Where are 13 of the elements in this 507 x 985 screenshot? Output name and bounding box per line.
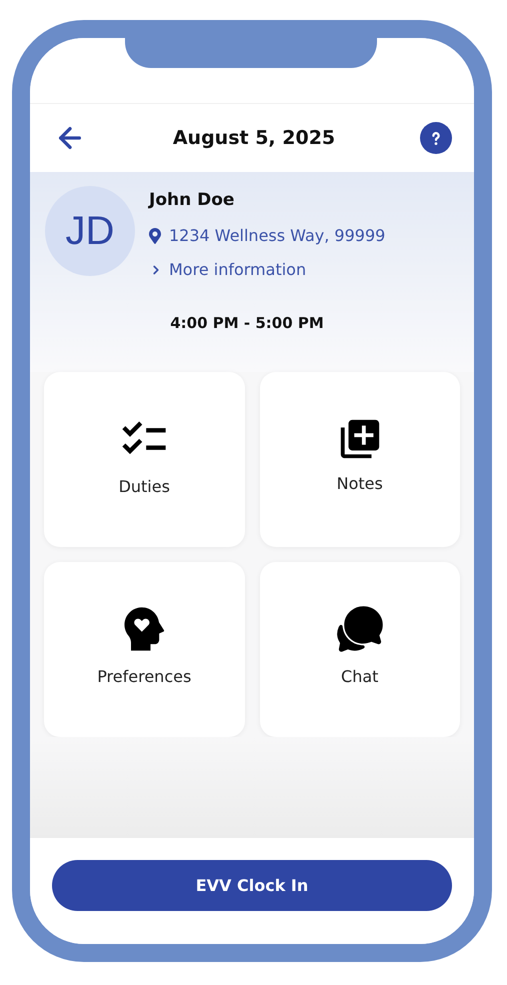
client-name: John Doe xyxy=(149,189,236,212)
client-address: 1234 Wellness Way, 99999 xyxy=(169,224,386,246)
avatar-initials: JD xyxy=(66,208,114,255)
menu-tile[interactable]: Preferences xyxy=(44,562,244,737)
visit-time: 4:00 PM - 5:00 PM xyxy=(170,312,325,334)
clock-in-button[interactable]: EVV Clock In xyxy=(52,860,452,911)
map-pin-icon xyxy=(149,228,161,244)
menu-tile[interactable]: Notes xyxy=(260,372,460,547)
menu-tile[interactable]: Chat xyxy=(260,562,460,737)
more-information-link[interactable]: More information xyxy=(149,258,386,282)
menu-tile[interactable]: Duties xyxy=(44,372,244,547)
screen-title: August 5, 2025 xyxy=(172,126,336,151)
help-button[interactable] xyxy=(420,122,452,154)
